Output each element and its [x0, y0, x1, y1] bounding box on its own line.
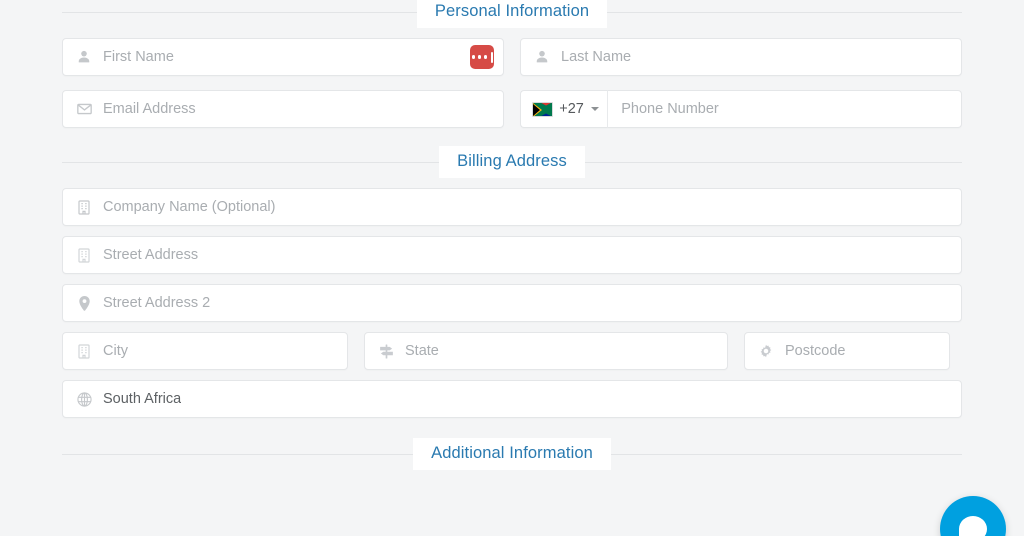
country-value: South Africa — [103, 391, 182, 407]
postcode-field[interactable]: Postcode — [744, 332, 950, 370]
gear-icon — [757, 343, 775, 359]
company-name-field[interactable]: Company Name (Optional) — [62, 188, 962, 226]
country-code-value: +27 — [559, 100, 584, 117]
building-icon — [75, 199, 93, 215]
first-name-placeholder: First Name — [103, 49, 174, 65]
row-street-address: Street Address — [62, 236, 962, 274]
row-country: South Africa — [62, 380, 962, 418]
row-city-state-postcode: City State Postcode — [62, 332, 962, 370]
south-africa-flag-icon — [532, 101, 554, 117]
section-heading-additional-information: Additional Information — [62, 438, 962, 470]
checkout-form-page: Personal Information First Name Last Nam… — [0, 0, 1024, 536]
last-name-field[interactable]: Last Name — [520, 38, 962, 76]
last-name-placeholder: Last Name — [561, 49, 632, 65]
row-name-fields: First Name Last Name — [62, 38, 962, 76]
state-field[interactable]: State — [364, 332, 728, 370]
row-street-address-2: Street Address 2 — [62, 284, 962, 322]
row-company: Company Name (Optional) — [62, 188, 962, 226]
row-email-phone: Email Address +27 Phone Number — [62, 90, 962, 128]
building-icon — [75, 247, 93, 263]
city-field[interactable]: City — [62, 332, 348, 370]
email-address-field[interactable]: Email Address — [62, 90, 505, 128]
section-title-additional-information: Additional Information — [413, 438, 611, 470]
postcode-placeholder: Postcode — [785, 343, 846, 359]
country-code-select[interactable]: +27 — [520, 90, 609, 128]
envelope-icon — [75, 101, 93, 117]
chat-widget-button[interactable] — [940, 496, 1006, 536]
street-address-2-placeholder: Street Address 2 — [103, 295, 211, 311]
user-icon — [75, 49, 93, 65]
phone-number-placeholder: Phone Number — [621, 101, 719, 117]
phone-number-field[interactable]: Phone Number — [608, 90, 962, 128]
section-heading-billing-address: Billing Address — [62, 146, 962, 178]
street-address-field[interactable]: Street Address — [62, 236, 962, 274]
globe-icon — [75, 391, 93, 407]
state-placeholder: State — [405, 343, 439, 359]
phone-number-group: +27 Phone Number — [520, 90, 962, 128]
map-marker-icon — [75, 295, 93, 311]
company-name-placeholder: Company Name (Optional) — [103, 199, 276, 215]
email-address-placeholder: Email Address — [103, 101, 196, 117]
map-signs-icon — [377, 343, 395, 359]
first-name-field[interactable]: First Name — [62, 38, 504, 76]
chat-bubble-icon — [959, 516, 987, 536]
country-select-field[interactable]: South Africa — [62, 380, 962, 418]
building-icon — [75, 343, 93, 359]
city-placeholder: City — [103, 343, 128, 359]
street-address-2-field[interactable]: Street Address 2 — [62, 284, 962, 322]
section-title-billing-address: Billing Address — [439, 146, 585, 178]
lastpass-autofill-icon[interactable] — [470, 45, 494, 69]
section-title-personal-information: Personal Information — [416, 0, 608, 28]
user-icon — [533, 49, 551, 65]
street-address-placeholder: Street Address — [103, 247, 199, 263]
section-heading-personal-information: Personal Information — [62, 0, 962, 28]
chevron-down-icon — [590, 107, 599, 111]
